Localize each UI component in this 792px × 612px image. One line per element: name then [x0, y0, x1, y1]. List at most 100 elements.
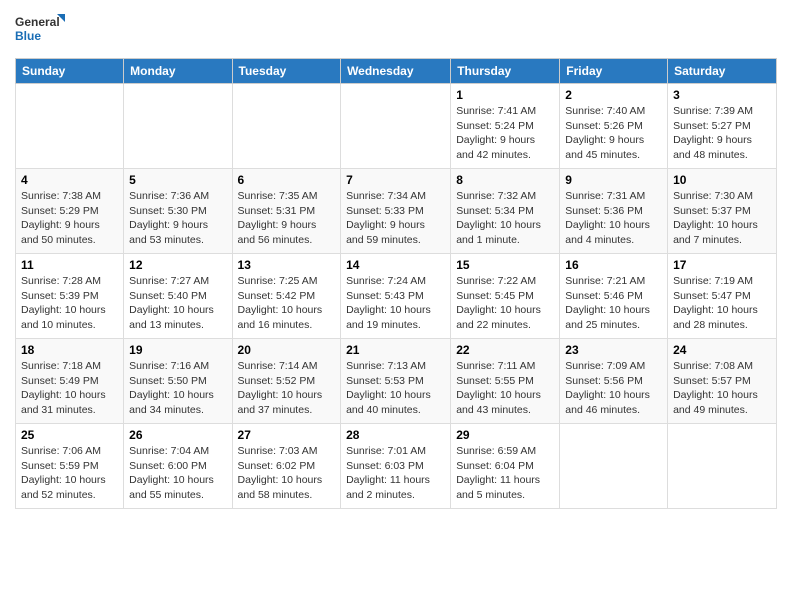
day-info: Sunrise: 7:11 AMSunset: 5:55 PMDaylight:…: [456, 359, 554, 418]
day-info: Sunrise: 7:16 AMSunset: 5:50 PMDaylight:…: [129, 359, 226, 418]
svg-text:Blue: Blue: [15, 29, 41, 43]
calendar-cell: [124, 84, 232, 169]
page-header: General Blue: [15, 10, 777, 50]
day-number: 20: [238, 343, 336, 357]
day-number: 1: [456, 88, 554, 102]
day-number: 17: [673, 258, 771, 272]
calendar-cell: 26 Sunrise: 7:04 AMSunset: 6:00 PMDayligh…: [124, 424, 232, 509]
calendar-cell: 16 Sunrise: 7:21 AMSunset: 5:46 PMDayligh…: [560, 254, 668, 339]
day-number: 8: [456, 173, 554, 187]
day-number: 12: [129, 258, 226, 272]
weekday-header: Saturday: [668, 59, 777, 84]
calendar-cell: 29 Sunrise: 6:59 AMSunset: 6:04 PMDayligh…: [451, 424, 560, 509]
day-number: 29: [456, 428, 554, 442]
calendar-cell: 23 Sunrise: 7:09 AMSunset: 5:56 PMDayligh…: [560, 339, 668, 424]
day-info: Sunrise: 7:01 AMSunset: 6:03 PMDaylight:…: [346, 444, 445, 503]
day-number: 9: [565, 173, 662, 187]
calendar-cell: 12 Sunrise: 7:27 AMSunset: 5:40 PMDayligh…: [124, 254, 232, 339]
svg-text:General: General: [15, 15, 60, 29]
calendar-cell: 14 Sunrise: 7:24 AMSunset: 5:43 PMDayligh…: [341, 254, 451, 339]
calendar-week-row: 11 Sunrise: 7:28 AMSunset: 5:39 PMDayligh…: [16, 254, 777, 339]
day-number: 3: [673, 88, 771, 102]
calendar-cell: 8 Sunrise: 7:32 AMSunset: 5:34 PMDaylight…: [451, 169, 560, 254]
day-number: 6: [238, 173, 336, 187]
calendar-cell: 21 Sunrise: 7:13 AMSunset: 5:53 PMDayligh…: [341, 339, 451, 424]
calendar-cell: [668, 424, 777, 509]
calendar-cell: 15 Sunrise: 7:22 AMSunset: 5:45 PMDayligh…: [451, 254, 560, 339]
day-info: Sunrise: 7:27 AMSunset: 5:40 PMDaylight:…: [129, 274, 226, 333]
calendar-cell: 19Sunrise: 7:16 AMSunset: 5:50 PMDayligh…: [124, 339, 232, 424]
day-info: Sunrise: 7:25 AMSunset: 5:42 PMDaylight:…: [238, 274, 336, 333]
calendar-cell: 11 Sunrise: 7:28 AMSunset: 5:39 PMDayligh…: [16, 254, 124, 339]
day-info: Sunrise: 7:21 AMSunset: 5:46 PMDaylight:…: [565, 274, 662, 333]
calendar-cell: 6 Sunrise: 7:35 AMSunset: 5:31 PMDaylight…: [232, 169, 341, 254]
day-number: 16: [565, 258, 662, 272]
calendar-cell: [232, 84, 341, 169]
calendar-cell: 18Sunrise: 7:18 AMSunset: 5:49 PMDayligh…: [16, 339, 124, 424]
calendar-cell: 2 Sunrise: 7:40 AMSunset: 5:26 PMDaylight…: [560, 84, 668, 169]
calendar-week-row: 25Sunrise: 7:06 AMSunset: 5:59 PMDayligh…: [16, 424, 777, 509]
calendar-cell: 28 Sunrise: 7:01 AMSunset: 6:03 PMDayligh…: [341, 424, 451, 509]
day-number: 14: [346, 258, 445, 272]
day-number: 26: [129, 428, 226, 442]
calendar-cell: 9Sunrise: 7:31 AMSunset: 5:36 PMDaylight…: [560, 169, 668, 254]
day-number: 21: [346, 343, 445, 357]
day-number: 13: [238, 258, 336, 272]
weekday-header: Sunday: [16, 59, 124, 84]
calendar-cell: 22Sunrise: 7:11 AMSunset: 5:55 PMDayligh…: [451, 339, 560, 424]
day-info: Sunrise: 7:36 AMSunset: 5:30 PMDaylight:…: [129, 189, 226, 248]
day-number: 11: [21, 258, 118, 272]
weekday-header: Tuesday: [232, 59, 341, 84]
day-info: Sunrise: 7:13 AMSunset: 5:53 PMDaylight:…: [346, 359, 445, 418]
day-number: 28: [346, 428, 445, 442]
day-number: 27: [238, 428, 336, 442]
day-info: Sunrise: 7:34 AMSunset: 5:33 PMDaylight:…: [346, 189, 445, 248]
day-number: 18: [21, 343, 118, 357]
day-info: Sunrise: 7:22 AMSunset: 5:45 PMDaylight:…: [456, 274, 554, 333]
day-info: Sunrise: 7:39 AMSunset: 5:27 PMDaylight:…: [673, 104, 771, 163]
calendar-cell: 5 Sunrise: 7:36 AMSunset: 5:30 PMDaylight…: [124, 169, 232, 254]
calendar-cell: 13 Sunrise: 7:25 AMSunset: 5:42 PMDayligh…: [232, 254, 341, 339]
day-number: 24: [673, 343, 771, 357]
day-info: Sunrise: 7:08 AMSunset: 5:57 PMDaylight:…: [673, 359, 771, 418]
calendar-cell: 3 Sunrise: 7:39 AMSunset: 5:27 PMDaylight…: [668, 84, 777, 169]
calendar-week-row: 18Sunrise: 7:18 AMSunset: 5:49 PMDayligh…: [16, 339, 777, 424]
day-info: Sunrise: 7:09 AMSunset: 5:56 PMDaylight:…: [565, 359, 662, 418]
day-info: Sunrise: 7:04 AMSunset: 6:00 PMDaylight:…: [129, 444, 226, 503]
weekday-header-row: SundayMondayTuesdayWednesdayThursdayFrid…: [16, 59, 777, 84]
calendar-cell: 4Sunrise: 7:38 AMSunset: 5:29 PMDaylight…: [16, 169, 124, 254]
day-number: 15: [456, 258, 554, 272]
calendar-cell: [16, 84, 124, 169]
day-number: 10: [673, 173, 771, 187]
logo-svg: General Blue: [15, 10, 65, 50]
day-info: Sunrise: 7:30 AMSunset: 5:37 PMDaylight:…: [673, 189, 771, 248]
day-info: Sunrise: 6:59 AMSunset: 6:04 PMDaylight:…: [456, 444, 554, 503]
day-number: 25: [21, 428, 118, 442]
calendar-week-row: 4Sunrise: 7:38 AMSunset: 5:29 PMDaylight…: [16, 169, 777, 254]
day-info: Sunrise: 7:32 AMSunset: 5:34 PMDaylight:…: [456, 189, 554, 248]
day-info: Sunrise: 7:35 AMSunset: 5:31 PMDaylight:…: [238, 189, 336, 248]
day-number: 23: [565, 343, 662, 357]
calendar-cell: 7 Sunrise: 7:34 AMSunset: 5:33 PMDaylight…: [341, 169, 451, 254]
calendar-cell: 20 Sunrise: 7:14 AMSunset: 5:52 PMDayligh…: [232, 339, 341, 424]
day-info: Sunrise: 7:40 AMSunset: 5:26 PMDaylight:…: [565, 104, 662, 163]
day-info: Sunrise: 7:24 AMSunset: 5:43 PMDaylight:…: [346, 274, 445, 333]
day-info: Sunrise: 7:41 AMSunset: 5:24 PMDaylight:…: [456, 104, 554, 163]
day-number: 5: [129, 173, 226, 187]
day-info: Sunrise: 7:28 AMSunset: 5:39 PMDaylight:…: [21, 274, 118, 333]
weekday-header: Wednesday: [341, 59, 451, 84]
calendar-cell: 25Sunrise: 7:06 AMSunset: 5:59 PMDayligh…: [16, 424, 124, 509]
logo: General Blue: [15, 10, 65, 50]
day-info: Sunrise: 7:14 AMSunset: 5:52 PMDaylight:…: [238, 359, 336, 418]
day-number: 4: [21, 173, 118, 187]
day-number: 2: [565, 88, 662, 102]
calendar-cell: [560, 424, 668, 509]
day-info: Sunrise: 7:03 AMSunset: 6:02 PMDaylight:…: [238, 444, 336, 503]
calendar-cell: 17Sunrise: 7:19 AMSunset: 5:47 PMDayligh…: [668, 254, 777, 339]
calendar-cell: [341, 84, 451, 169]
weekday-header: Monday: [124, 59, 232, 84]
weekday-header: Thursday: [451, 59, 560, 84]
calendar-cell: 1 Sunrise: 7:41 AMSunset: 5:24 PMDaylight…: [451, 84, 560, 169]
day-number: 7: [346, 173, 445, 187]
calendar-cell: 24 Sunrise: 7:08 AMSunset: 5:57 PMDayligh…: [668, 339, 777, 424]
